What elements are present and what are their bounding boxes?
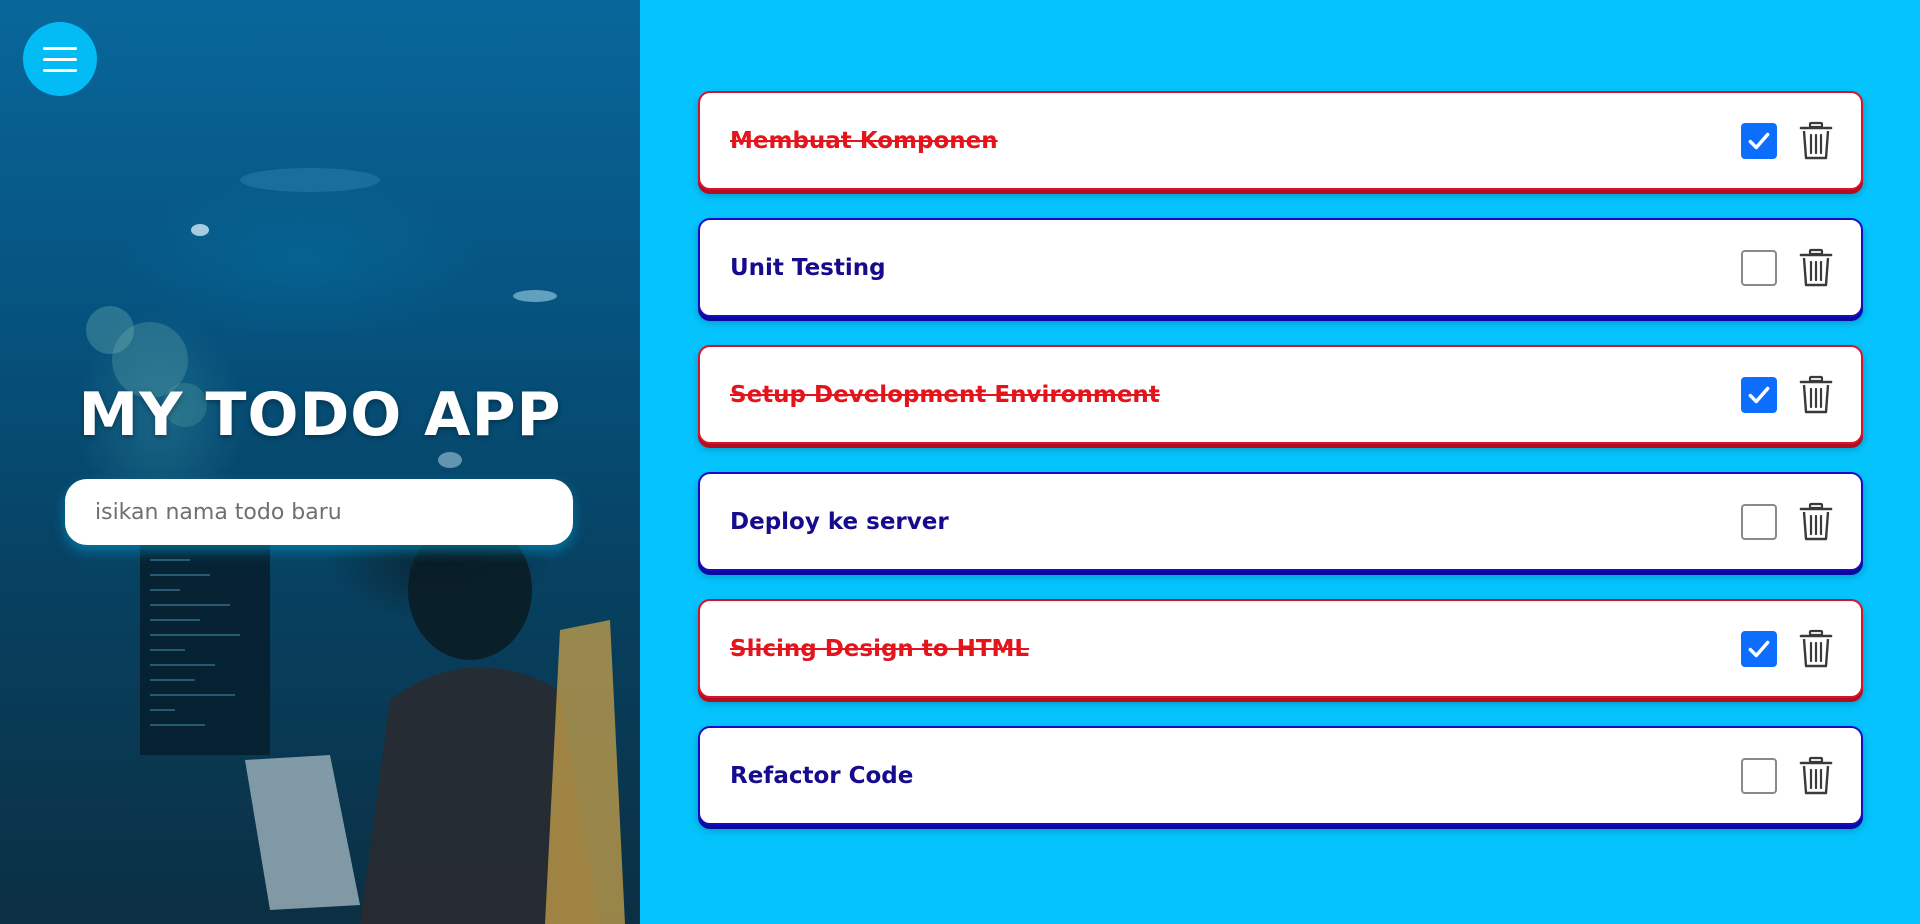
todo-text: Unit Testing (730, 254, 886, 281)
todo-text: Slicing Design to HTML (730, 635, 1030, 662)
trash-icon (1799, 629, 1833, 667)
todo-text: Membuat Komponen (730, 127, 998, 154)
todo-item: Refactor Code (698, 726, 1863, 825)
hamburger-icon-line (43, 46, 77, 50)
delete-button[interactable] (1798, 248, 1834, 288)
delete-button[interactable] (1798, 629, 1834, 669)
app-title: MY TODO APP (78, 380, 562, 450)
delete-button[interactable] (1798, 756, 1834, 796)
checkmark-icon (1748, 386, 1770, 403)
todo-item: Slicing Design to HTML (698, 599, 1863, 698)
todo-checkbox[interactable] (1741, 757, 1777, 794)
todo-item: Unit Testing (698, 218, 1863, 317)
trash-icon (1799, 502, 1833, 540)
delete-button[interactable] (1798, 502, 1834, 542)
todo-text: Deploy ke server (730, 508, 949, 535)
todo-checkbox[interactable] (1741, 249, 1777, 286)
hero-panel: MY TODO APP (0, 0, 640, 924)
checkmark-icon (1748, 132, 1770, 149)
hamburger-icon-line (43, 57, 77, 61)
trash-icon (1799, 756, 1833, 794)
trash-icon (1799, 375, 1833, 413)
todo-item: Membuat Komponen (698, 91, 1863, 190)
todo-checkbox[interactable] (1741, 376, 1777, 413)
delete-button[interactable] (1798, 121, 1834, 161)
hamburger-icon-line (43, 68, 77, 72)
todo-text: Refactor Code (730, 762, 914, 789)
todo-checkbox[interactable] (1741, 122, 1777, 159)
background-photo (86, 168, 625, 924)
todo-item: Deploy ke server (698, 472, 1863, 571)
todo-text: Setup Development Environment (730, 381, 1160, 408)
todo-checkbox[interactable] (1741, 630, 1777, 667)
checkmark-icon (1748, 640, 1770, 657)
todo-item: Setup Development Environment (698, 345, 1863, 444)
new-todo-input[interactable] (65, 479, 573, 545)
delete-button[interactable] (1798, 375, 1834, 415)
todo-list: Membuat Komponen Unit Testing Setup Develo… (698, 91, 1863, 853)
trash-icon (1799, 248, 1833, 286)
menu-button[interactable] (23, 22, 97, 96)
todo-checkbox[interactable] (1741, 503, 1777, 540)
trash-icon (1799, 121, 1833, 159)
